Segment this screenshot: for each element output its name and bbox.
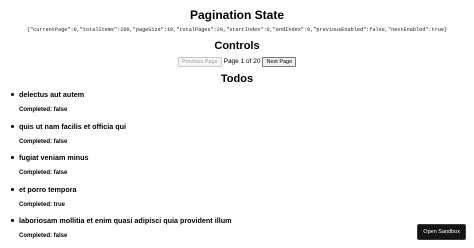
list-item: et porro tempora Completed: true bbox=[0, 185, 474, 217]
pagination-state-json: {"currentPage":0,"totalItems":200,"pageS… bbox=[26, 27, 448, 33]
todo-title: delectus aut autem bbox=[19, 90, 85, 99]
bullet-icon bbox=[11, 187, 14, 191]
list-item: quis ut nam facilis et officia qui Compl… bbox=[0, 122, 474, 154]
list-item: laboriosam mollitia et enim quasi adipis… bbox=[0, 216, 474, 248]
bullet-icon bbox=[11, 219, 14, 222]
page-indicator: Page 1 of 20 bbox=[223, 58, 261, 65]
todo-completed-status: Completed: false bbox=[19, 138, 68, 145]
todo-title: fugiat veniam minus bbox=[19, 153, 89, 162]
open-sandbox-button[interactable]: Open Sandbox bbox=[417, 224, 466, 240]
pagination-controls: Previous Page Page 1 of 20 Next Page bbox=[0, 57, 474, 67]
bullet-icon bbox=[11, 93, 14, 96]
list-item: delectus aut autem Completed: false bbox=[0, 90, 474, 122]
todo-completed-status: Completed: true bbox=[19, 201, 66, 208]
todo-title: laboriosam mollitia et enim quasi adipis… bbox=[19, 216, 232, 225]
todo-completed-status: Completed: false bbox=[19, 170, 68, 176]
next-page-button[interactable]: Next Page bbox=[262, 57, 297, 67]
bullet-icon bbox=[11, 124, 14, 128]
todo-title: et porro tempora bbox=[19, 184, 77, 194]
todo-list: delectus aut autem Completed: false quis… bbox=[0, 90, 474, 248]
controls-heading: Controls bbox=[214, 40, 260, 52]
todo-completed-status: Completed: false bbox=[19, 233, 68, 239]
bullet-icon bbox=[11, 156, 14, 159]
todos-heading: Todos bbox=[220, 73, 254, 85]
list-item: fugiat veniam minus Completed: false bbox=[0, 153, 474, 185]
todo-completed-status: Completed: false bbox=[19, 107, 68, 113]
page: Pagination State {"currentPage":0,"total… bbox=[0, 0, 474, 248]
pagination-state-heading: Pagination State bbox=[189, 8, 284, 22]
previous-page-button[interactable]: Previous Page bbox=[177, 57, 222, 67]
todo-title: quis ut nam facilis et officia qui bbox=[19, 121, 127, 131]
